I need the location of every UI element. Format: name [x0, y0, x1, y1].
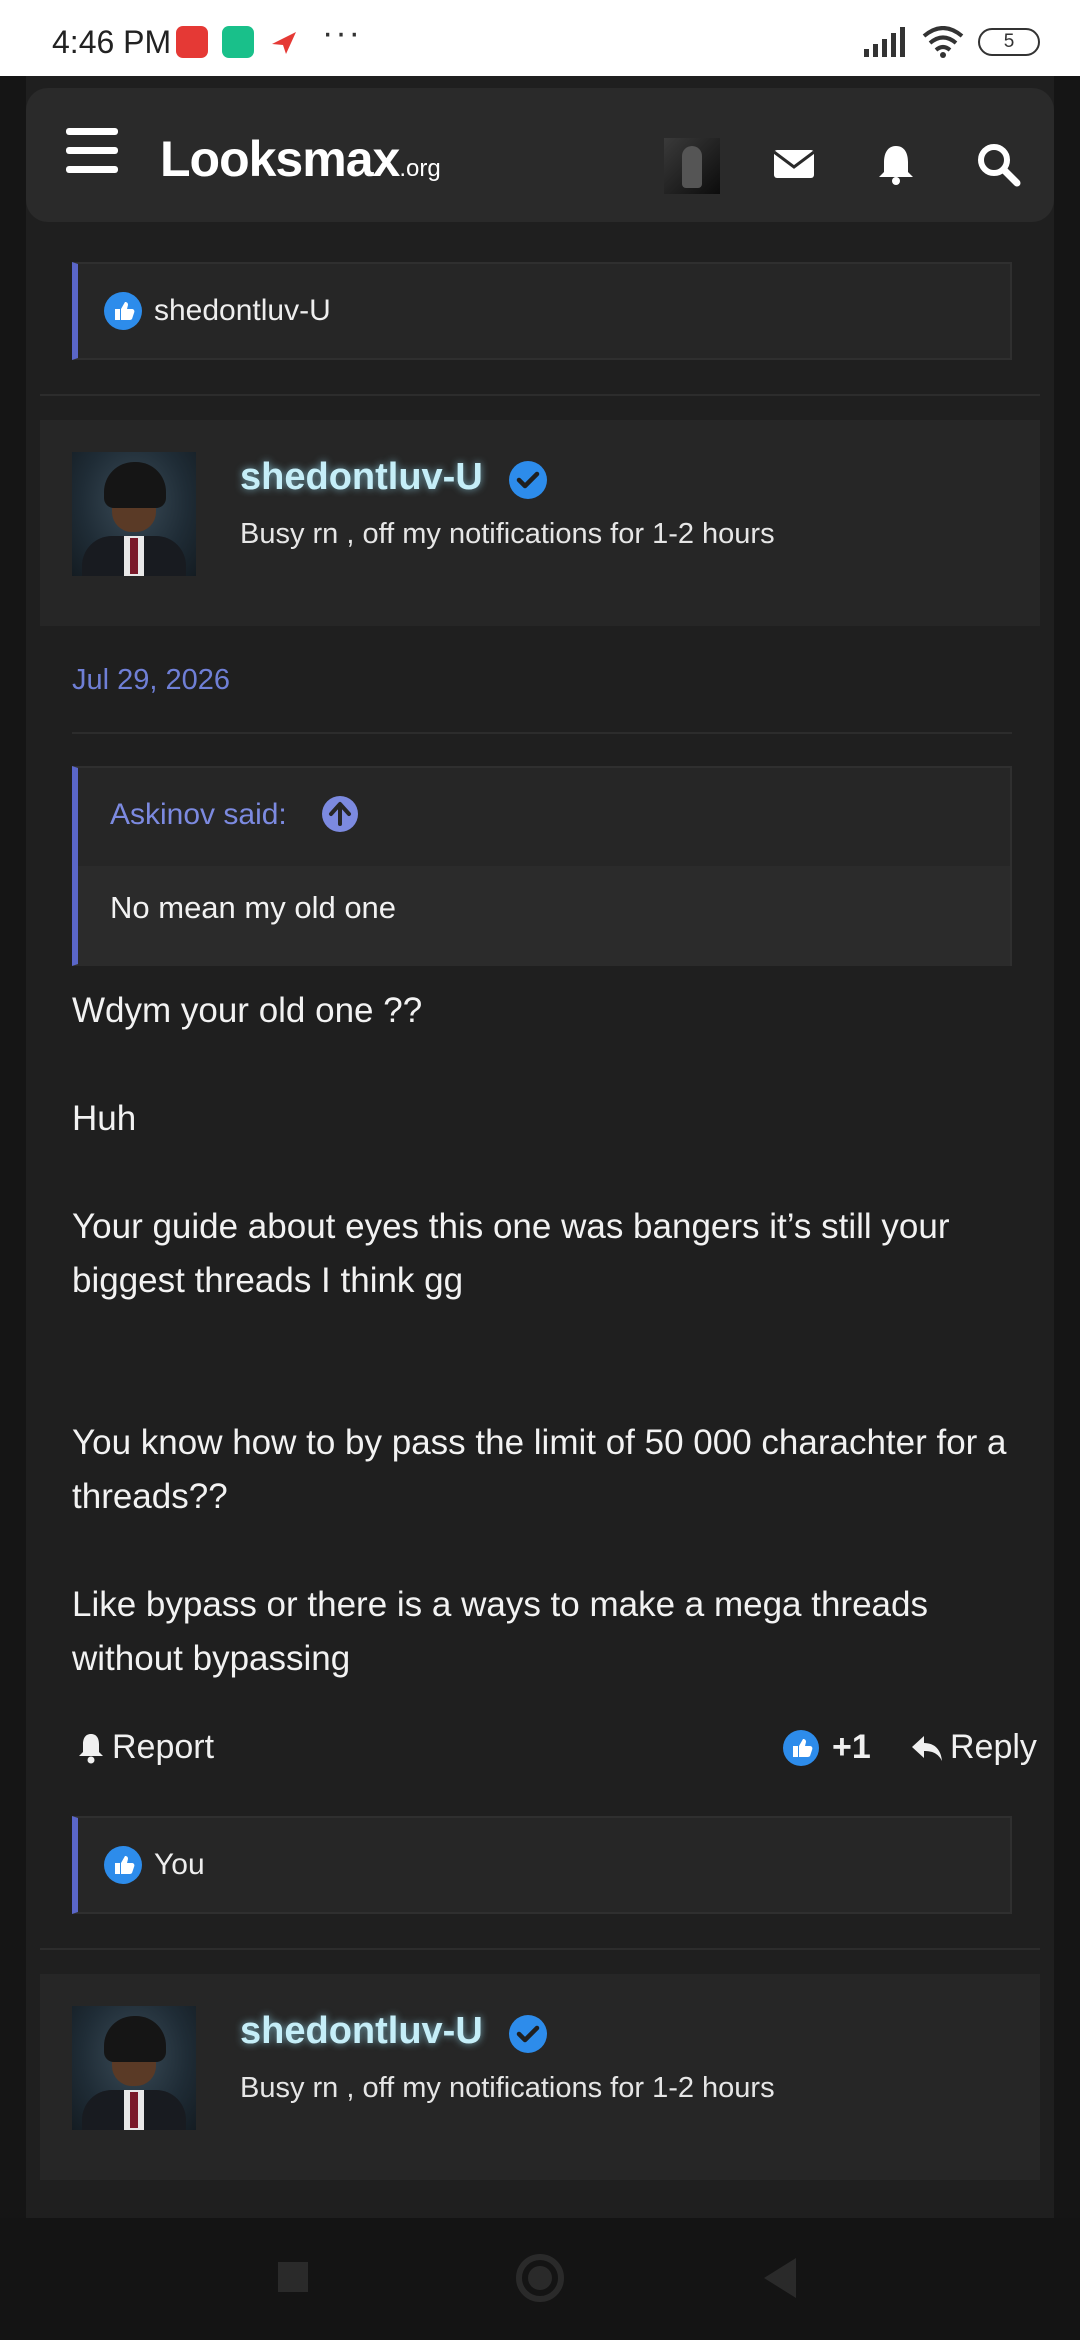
reaction-count: +1 — [832, 1728, 871, 1766]
post-author-box: shedontluv-U Busy rn , off my notificati… — [40, 420, 1040, 626]
top-navigation: Lᴏᴏksmax.org — [26, 88, 1054, 222]
mail-icon[interactable] — [770, 140, 818, 188]
message-paragraph: Your guide about eyes this one was bange… — [72, 1207, 950, 1300]
wifi-icon — [922, 26, 964, 58]
reaction-users[interactable]: You — [154, 1848, 205, 1882]
reaction-list[interactable]: You — [72, 1816, 1012, 1914]
more-notifications-icon: ··· — [322, 14, 362, 52]
report-label: Report — [112, 1728, 215, 1766]
site-logo[interactable]: Lᴏᴏksmax.org — [160, 130, 441, 188]
message-paragraph: Huh — [72, 1099, 137, 1138]
like-icon — [104, 292, 142, 330]
author-user-title: Busy rn , off my notifications for 1-2 h… — [240, 2072, 775, 2104]
author-avatar[interactable] — [72, 2006, 196, 2130]
reply-button[interactable]: Reply — [910, 1728, 1037, 1767]
logo-suffix: .org — [399, 155, 441, 182]
reaction-users[interactable]: shedontluv-U — [154, 294, 331, 328]
author-user-title: Busy rn , off my notifications for 1-2 h… — [240, 518, 775, 550]
date-divider — [72, 732, 1012, 734]
shield-app-icon — [222, 26, 254, 58]
battery-icon: 5 — [978, 28, 1040, 56]
status-right: 5 — [862, 24, 1040, 60]
send-app-icon — [268, 26, 300, 58]
recents-button[interactable] — [278, 2262, 308, 2292]
verified-badge-icon — [508, 460, 548, 500]
home-button[interactable] — [516, 2254, 564, 2302]
reaction-summary[interactable]: +1 — [782, 1728, 871, 1767]
like-icon — [104, 1846, 142, 1884]
search-icon[interactable] — [974, 140, 1022, 188]
menu-icon[interactable] — [66, 128, 118, 174]
reply-label: Reply — [950, 1728, 1037, 1766]
post-date[interactable]: Jul 29, 2026 — [72, 664, 230, 697]
user-avatar[interactable] — [664, 138, 720, 194]
like-icon — [783, 1729, 819, 1766]
bell-icon — [79, 1733, 103, 1763]
status-bar: 4:46 PM ··· 5 — [0, 0, 1080, 76]
quote-text: No mean my old one — [110, 890, 397, 925]
forum-page: Lᴏᴏksmax.org shedontluv-U shedontluv-U B… — [26, 76, 1054, 2218]
reaction-list[interactable]: shedontluv-U — [72, 262, 1012, 360]
bell-icon[interactable] — [872, 140, 920, 188]
verified-badge-icon — [508, 2014, 548, 2054]
system-nav-bar — [0, 2218, 1080, 2340]
quote-block: Askinov said: No mean my old one — [72, 766, 1012, 966]
author-username[interactable]: shedontluv-U — [240, 456, 483, 499]
reply-icon — [912, 1735, 942, 1761]
logo-text: Lᴏᴏksmax — [160, 131, 400, 187]
post-divider — [40, 1948, 1040, 1950]
go-to-quote-icon[interactable] — [322, 796, 358, 832]
quote-author[interactable]: Askinov said: — [110, 798, 287, 832]
author-username[interactable]: shedontluv-U — [240, 2010, 483, 2053]
quote-body: No mean my old one — [78, 866, 1010, 966]
message-paragraph: You know how to by pass the limit of 50 … — [72, 1423, 1007, 1516]
back-button[interactable] — [764, 2258, 796, 2298]
notification-app-icon — [176, 26, 208, 58]
signal-icon — [864, 27, 905, 57]
post-actions: Report +1 Reply — [72, 1720, 1037, 1780]
message-paragraph: Wdym your old one ?? — [72, 991, 423, 1030]
post-divider — [40, 394, 1040, 396]
post-author-box: shedontluv-U Busy rn , off my notificati… — [40, 1974, 1040, 2180]
author-avatar[interactable] — [72, 452, 196, 576]
report-button[interactable]: Report — [76, 1728, 214, 1767]
status-time: 4:46 PM — [52, 24, 172, 60]
message-paragraph: Like bypass or there is a ways to make a… — [72, 1585, 928, 1678]
